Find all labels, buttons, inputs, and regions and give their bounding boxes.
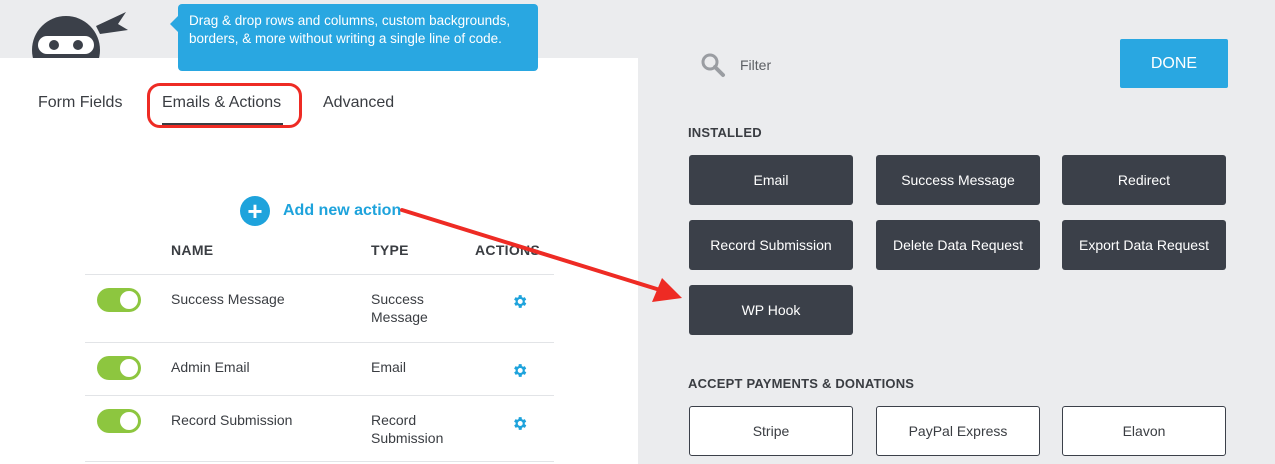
ninja-logo-icon bbox=[32, 12, 128, 58]
column-header-type: TYPE bbox=[371, 242, 409, 258]
actions-panel bbox=[0, 58, 638, 464]
row-divider bbox=[85, 274, 554, 275]
add-new-action-label: Add new action bbox=[283, 202, 402, 219]
row-divider bbox=[85, 461, 554, 462]
action-type-elavon[interactable]: Elavon bbox=[1062, 406, 1226, 456]
action-type-delete-data-request[interactable]: Delete Data Request bbox=[876, 220, 1040, 270]
filter-bar bbox=[700, 52, 1042, 78]
action-type-export-data-request[interactable]: Export Data Request bbox=[1062, 220, 1226, 270]
action-toggle-record-submission[interactable] bbox=[97, 409, 141, 433]
row-divider bbox=[85, 342, 554, 343]
table-cell-name: Success Message bbox=[171, 291, 285, 307]
action-type-wp-hook[interactable]: WP Hook bbox=[689, 285, 853, 335]
table-cell-type: Record Submission bbox=[371, 412, 444, 446]
promo-tooltip: Drag & drop rows and columns, custom bac… bbox=[170, 4, 538, 71]
table-cell-type: Success Message bbox=[371, 291, 428, 325]
action-type-record-submission[interactable]: Record Submission bbox=[689, 220, 853, 270]
action-toggle-admin-email[interactable] bbox=[97, 356, 141, 380]
action-type-stripe[interactable]: Stripe bbox=[689, 406, 853, 456]
action-type-email[interactable]: Email bbox=[689, 155, 853, 205]
action-type-success-message[interactable]: Success Message bbox=[876, 155, 1040, 205]
column-header-name: NAME bbox=[171, 242, 214, 258]
table-cell-name: Admin Email bbox=[171, 359, 250, 375]
table-cell-type: Email bbox=[371, 359, 407, 375]
gear-icon[interactable] bbox=[511, 293, 528, 310]
add-new-action-button[interactable]: + Add new action bbox=[240, 196, 401, 226]
gear-icon[interactable] bbox=[511, 362, 528, 379]
action-toggle-success-message[interactable] bbox=[97, 288, 141, 312]
plus-icon: + bbox=[240, 196, 270, 226]
tab-advanced[interactable]: Advanced bbox=[323, 94, 394, 112]
payments-section-title: ACCEPT PAYMENTS & DONATIONS bbox=[688, 376, 915, 391]
search-icon bbox=[701, 53, 725, 77]
action-type-paypal-express[interactable]: PayPal Express bbox=[876, 406, 1040, 456]
column-header-actions: ACTIONS bbox=[475, 242, 541, 258]
tab-form-fields[interactable]: Form Fields bbox=[38, 94, 122, 112]
filter-input[interactable] bbox=[738, 56, 1042, 74]
table-cell-name: Record Submission bbox=[171, 412, 293, 428]
gear-icon[interactable] bbox=[511, 415, 528, 432]
annotation-highlight-ring bbox=[147, 83, 302, 128]
action-type-redirect[interactable]: Redirect bbox=[1062, 155, 1226, 205]
row-divider bbox=[85, 395, 554, 396]
done-button[interactable]: DONE bbox=[1120, 39, 1228, 88]
installed-section-title: INSTALLED bbox=[688, 125, 762, 140]
